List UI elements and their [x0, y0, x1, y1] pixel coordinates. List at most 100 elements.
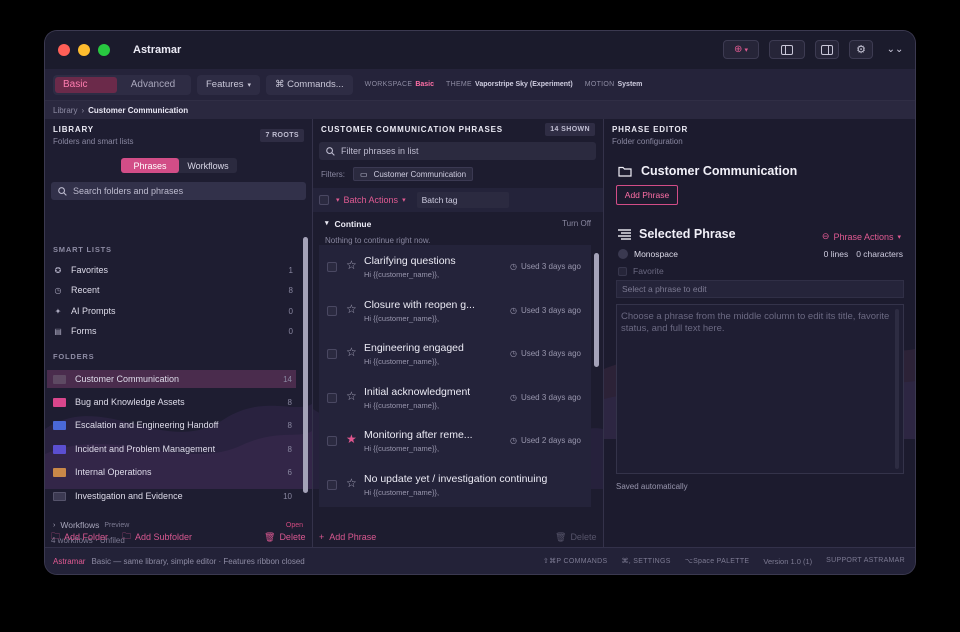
smart-list-forms[interactable]: ▤ Forms 0 — [53, 323, 293, 339]
star-icon[interactable]: ☆ — [346, 476, 357, 490]
phrase-used-text: Used 3 days ago — [520, 262, 581, 271]
mode-switch: Basic Advanced — [53, 74, 191, 95]
library-search-input[interactable]: Search folders and phrases — [51, 182, 306, 200]
phrases-scrollbar[interactable] — [594, 253, 599, 367]
select-all-checkbox[interactable] — [319, 195, 329, 205]
folder-label: Internal Operations — [75, 467, 152, 477]
folder-item[interactable]: Escalation and Engineering Handoff 8 — [47, 416, 296, 434]
star-circle-icon: ✪ — [54, 265, 62, 275]
chevron-down-icon: ▾ — [897, 233, 901, 241]
sparkle-icon: ✦ — [54, 306, 62, 316]
batch-actions-button[interactable]: ▾ Batch Actions ▾ — [336, 195, 406, 205]
library-scrollbar[interactable] — [303, 237, 308, 493]
folder-item[interactable]: Investigation and Evidence 10 — [47, 487, 296, 505]
editor-panel: PHRASE EDITOR Folder configuration Custo… — [604, 119, 915, 547]
phrase-checkbox[interactable] — [327, 436, 337, 446]
filter-chip[interactable]: ▭ Customer Communication — [353, 167, 474, 181]
phrase-row[interactable]: ☆ Closure with reopen g... Hi {{customer… — [319, 289, 591, 333]
clock-icon: ◷ — [509, 393, 517, 402]
folder-item[interactable]: Customer Communication 14 — [47, 370, 296, 388]
phrase-checkbox[interactable] — [327, 262, 337, 272]
phrase-row[interactable]: ★ Monitoring after reme... Hi {{customer… — [319, 419, 591, 463]
folder-icon — [53, 420, 66, 430]
phrase-filter-input[interactable]: Filter phrases in list — [319, 142, 596, 160]
smart-list-recent[interactable]: ◷ Recent 8 — [53, 282, 294, 298]
add-phrase-button[interactable]: + Add Phrase — [319, 532, 376, 542]
add-folder-label: Add Folder — [64, 532, 109, 542]
minimize-window-button[interactable] — [78, 44, 90, 56]
phrase-checkbox[interactable] — [327, 306, 337, 316]
phrase-used-text: Used 2 days ago — [520, 436, 581, 445]
textarea-scrollbar[interactable] — [895, 309, 899, 469]
phrase-body-textarea[interactable]: Choose a phrase from the middle column t… — [616, 304, 904, 474]
star-filled-icon[interactable]: ★ — [346, 432, 357, 446]
phrase-title-input[interactable]: Select a phrase to edit — [616, 280, 904, 298]
close-window-button[interactable] — [58, 44, 70, 56]
palette-shortcut[interactable]: ⌥Space PALETTE — [685, 557, 750, 566]
phrase-used-text: Used 3 days ago — [520, 393, 581, 402]
phrases-heading: CUSTOMER COMMUNICATION PHRASES — [321, 125, 503, 134]
favorite-checkbox[interactable]: Favorite — [618, 266, 664, 276]
autosave-status: Saved automatically — [616, 482, 688, 491]
clock-icon: ◷ — [509, 306, 517, 315]
chevron-down-icon: ▾ — [325, 220, 329, 227]
mode-basic-button[interactable]: Basic — [55, 76, 117, 93]
phrase-used: ◷ Used 3 days ago — [510, 393, 581, 402]
new-menu-button[interactable]: ⊕ ▾ — [723, 40, 759, 59]
folder-item[interactable]: Incident and Problem Management 8 — [47, 440, 296, 458]
toggle-left-sidebar-button[interactable] — [769, 40, 805, 59]
phrase-row[interactable]: ☆ Initial acknowledgment Hi {{customer_n… — [319, 376, 591, 420]
tab-workflows[interactable]: Workflows — [179, 158, 237, 173]
smart-list-favorites[interactable]: ✪ Favorites 1 — [53, 262, 293, 278]
phrase-row[interactable]: ☆ Clarifying questions Hi {{customer_nam… — [319, 245, 591, 289]
monospace-toggle[interactable]: Monospace — [618, 249, 678, 259]
phrase-row[interactable]: ☆ No update yet / investigation continui… — [319, 463, 591, 507]
breadcrumb-root[interactable]: Library — [53, 106, 77, 115]
folders-label: FOLDERS — [53, 352, 95, 361]
smart-list-ai-prompts[interactable]: ✦ AI Prompts 0 — [53, 303, 293, 319]
phrase-checkbox[interactable] — [327, 480, 337, 490]
folder-item[interactable]: Internal Operations 6 — [47, 463, 296, 481]
support-link[interactable]: SUPPORT ASTRAMAR — [826, 557, 905, 566]
app-title: Astramar — [133, 44, 182, 56]
star-icon[interactable]: ☆ — [346, 302, 357, 316]
star-icon[interactable]: ☆ — [346, 258, 357, 272]
window-controls — [58, 44, 110, 56]
turn-off-button[interactable]: Turn Off — [562, 219, 591, 228]
commands-shortcut[interactable]: ⇧⌘P COMMANDS — [543, 557, 608, 566]
chevron-down-icon: ▾ — [402, 197, 406, 204]
add-subfolder-button[interactable]: 🗀 Add Subfolder — [122, 529, 192, 545]
toggle-right-sidebar-button[interactable] — [815, 40, 839, 59]
star-icon[interactable]: ☆ — [346, 389, 357, 403]
settings-shortcut[interactable]: ⌘, SETTINGS — [622, 557, 671, 566]
commands-button[interactable]: ⌘ Commands... — [266, 74, 353, 95]
batch-tag-input[interactable]: Batch tag — [416, 192, 509, 208]
window-menu-button[interactable]: ⌄⌄ — [883, 40, 907, 59]
phrase-checkbox[interactable] — [327, 349, 337, 359]
star-icon[interactable]: ☆ — [346, 345, 357, 359]
chevron-down-icon: ⌄⌄ — [886, 44, 904, 55]
continue-section-toggle[interactable]: ▾ Continue — [325, 219, 371, 229]
folder-plus-icon: 🗀 — [51, 531, 61, 541]
features-button[interactable]: Features ▾ — [197, 74, 261, 95]
phrase-title: Clarifying questions — [364, 255, 456, 267]
editor-heading: PHRASE EDITOR — [612, 125, 689, 134]
tab-phrases[interactable]: Phrases — [121, 158, 179, 173]
phrase-actions-button[interactable]: ⊖ Phrase Actions ▾ — [822, 231, 901, 242]
zoom-window-button[interactable] — [98, 44, 110, 56]
folder-title-text: Customer Communication — [641, 164, 798, 178]
chevron-down-icon: ▾ — [336, 197, 340, 204]
search-icon — [58, 186, 67, 196]
editor-add-phrase-button[interactable]: Add Phrase — [616, 185, 678, 205]
mode-advanced-button[interactable]: Advanced — [117, 77, 189, 93]
folder-icon — [53, 491, 66, 501]
continue-label: Continue — [334, 219, 372, 229]
delete-label: Delete — [279, 532, 306, 542]
add-folder-button[interactable]: 🗀 Add Folder — [51, 529, 108, 545]
delete-phrase-button[interactable]: 🗑 Delete — [555, 532, 596, 543]
folder-item[interactable]: Bug and Knowledge Assets 8 — [47, 393, 296, 411]
phrase-row[interactable]: ☆ Engineering engaged Hi {{customer_name… — [319, 332, 591, 376]
phrase-checkbox[interactable] — [327, 393, 337, 403]
delete-folder-button[interactable]: 🗑 Delete — [264, 532, 305, 543]
settings-button[interactable]: ⚙ — [849, 40, 873, 59]
